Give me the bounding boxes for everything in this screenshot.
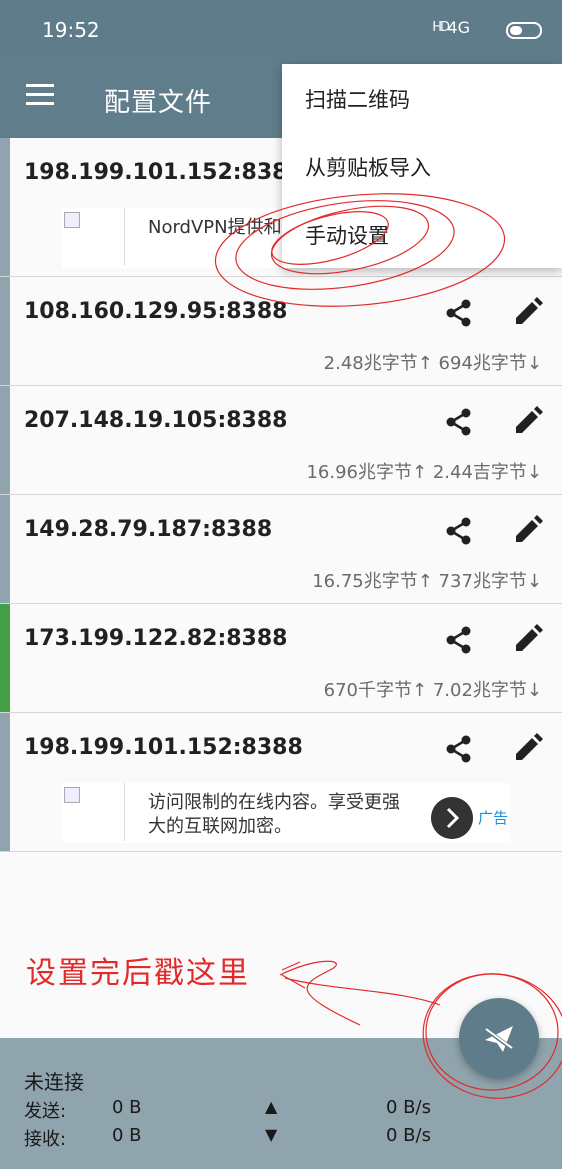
recv-label: 接收: [24,1129,67,1150]
ad-image [62,783,125,841]
send-label: 发送: [24,1101,67,1122]
profile-card[interactable]: 207.148.19.105:8388 16.96兆字节↑ 2.44吉字节↓ [0,386,562,495]
profile-address: 207.148.19.105:8388 [24,408,288,433]
edit-icon[interactable] [513,733,543,763]
profile-address: 149.28.79.187:8388 [24,517,273,542]
download-arrow-icon: ▼ [265,1125,278,1144]
status-bar: 19:52 HD 4G [0,0,562,58]
status-time: 19:52 [42,18,100,42]
profile-card[interactable]: 149.28.79.187:8388 16.75兆字节↑ 737兆字节↓ [0,495,562,604]
battery-icon [506,22,542,39]
profile-card[interactable]: 173.199.122.82:8388 670千字节↑ 7.02兆字节↓ [0,604,562,713]
profile-address: 173.199.122.82:8388 [24,626,288,651]
share-icon[interactable] [444,298,474,328]
ad-banner[interactable]: 访问限制的在线内容。享受更强大的互联网加密。 广告 [62,783,510,843]
edit-icon[interactable] [513,297,543,327]
paper-plane-icon [482,1026,516,1052]
chevron-right-icon[interactable] [431,797,473,839]
menu-item-import-clipboard[interactable]: 从剪贴板导入 [282,132,562,200]
profile-active-indicator [0,604,10,712]
profile-status-bar [0,386,10,494]
profile-card[interactable]: 108.160.129.95:8388 2.48兆字节↑ 694兆字节↓ [0,277,562,386]
traffic-stats: 2.48兆字节↑ 694兆字节↓ [323,353,542,374]
overflow-menu: 扫描二维码 从剪贴板导入 手动设置 [282,64,562,268]
upload-arrow-icon: ▲ [265,1097,278,1116]
traffic-stats: 16.75兆字节↑ 737兆字节↓ [312,571,542,592]
send-rate: 0 B/s [386,1097,431,1118]
edit-icon[interactable] [513,624,543,654]
share-icon[interactable] [444,734,474,764]
traffic-stats: 16.96兆字节↑ 2.44吉字节↓ [306,462,542,483]
ad-label: 广告 [478,809,509,827]
menu-item-manual-setup[interactable]: 手动设置 [282,200,562,268]
profile-address: 108.160.129.95:8388 [24,299,288,324]
profile-card[interactable]: 198.199.101.152:8388 访问限制的在线内容。享受更强大的互联网… [0,713,562,852]
share-icon[interactable] [444,516,474,546]
profile-status-bar [0,495,10,603]
profile-address: 198.199.101.152:8388 [24,735,303,760]
connect-button[interactable] [459,998,539,1078]
share-icon[interactable] [444,625,474,655]
signal-icon: HD [432,20,450,35]
recv-rate: 0 B/s [386,1125,431,1146]
annotation-text: 设置完后戳这里 [26,956,250,991]
send-value: 0 B [112,1097,142,1118]
hamburger-menu-icon[interactable] [26,84,54,108]
traffic-stats: 670千字节↑ 7.02兆字节↓ [323,680,542,701]
ad-image [62,208,125,266]
edit-icon[interactable] [513,515,543,545]
share-icon[interactable] [444,407,474,437]
ad-text: 访问限制的在线内容。享受更强大的互联网加密。 [148,792,400,837]
recv-value: 0 B [112,1125,142,1146]
profile-status-bar [0,713,10,851]
network-type: 4G [447,18,470,37]
profile-address: 198.199.101.152:8388 [24,160,303,185]
connection-state: 未连接 [24,1070,84,1094]
edit-icon[interactable] [513,406,543,436]
page-title: 配置文件 [104,88,213,118]
profile-status-bar [0,138,10,276]
profile-status-bar [0,277,10,385]
menu-item-scan-qr[interactable]: 扫描二维码 [282,64,562,132]
